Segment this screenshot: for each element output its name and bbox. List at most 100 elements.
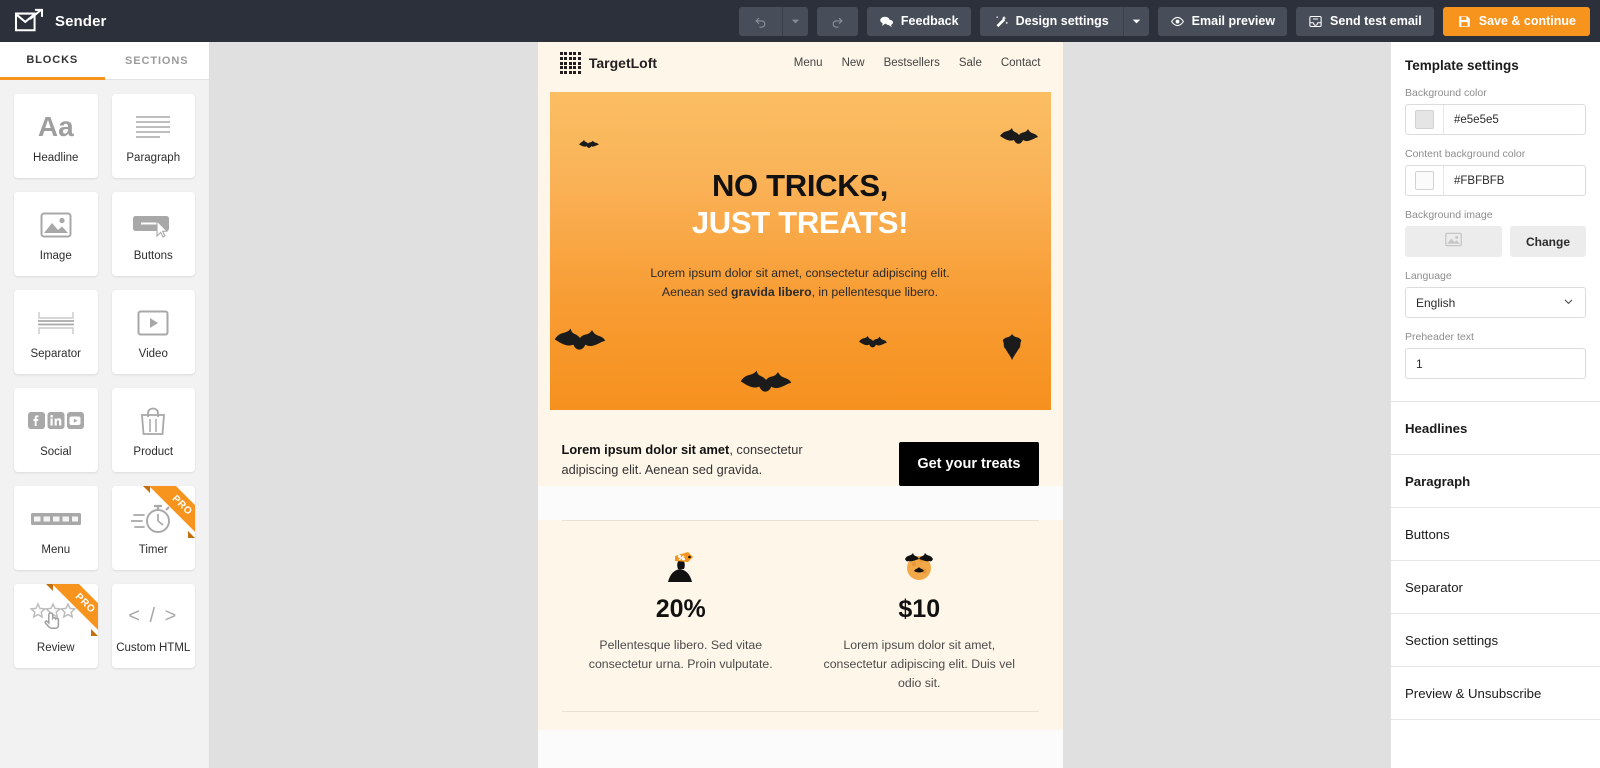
block-separator[interactable]: Separator — [14, 290, 98, 374]
hero-title-line1: NO TRICKS, — [711, 168, 889, 203]
background-color-value[interactable]: #e5e5e5 — [1443, 105, 1585, 134]
block-label: Timer — [138, 543, 168, 556]
send-test-email-label: Send test email — [1330, 14, 1422, 28]
feedback-button[interactable]: Feedback — [866, 6, 971, 36]
design-settings-split-button[interactable]: Design settings — [979, 6, 1149, 36]
section-paragraph[interactable]: Paragraph — [1391, 455, 1600, 508]
background-color-swatch[interactable] — [1415, 110, 1434, 129]
app-brand: Sender — [14, 8, 106, 34]
block-label: Review — [36, 641, 75, 654]
block-custom-html[interactable]: < / > Custom HTML — [111, 584, 195, 668]
nav-link-contact[interactable]: Contact — [1001, 57, 1041, 69]
background-color-input[interactable]: #e5e5e5 — [1405, 104, 1586, 135]
intro-text: Lorem ipsum dolor sit amet, consectetur … — [562, 440, 824, 480]
toolbar-actions: Feedback Design settings Email preview S… — [738, 6, 1590, 36]
feature-item[interactable]: 20% Pellentesque libero. Sed vitae conse… — [562, 547, 801, 693]
paragraph-lines-icon — [134, 108, 172, 146]
background-image-preview[interactable] — [1405, 226, 1502, 257]
menu-bar-icon — [30, 500, 81, 538]
tab-blocks[interactable]: BLOCKS — [0, 42, 105, 80]
preheader-text-label: Preheader text — [1405, 331, 1474, 343]
undo-button[interactable] — [738, 6, 782, 36]
nav-link-new[interactable]: New — [842, 57, 865, 69]
email-preview-label: Email preview — [1191, 14, 1276, 28]
background-color-field: Background color #e5e5e5 — [1405, 87, 1586, 135]
language-field: Language English — [1405, 270, 1586, 318]
panel-title: Template settings — [1405, 58, 1519, 73]
feedback-label: Feedback — [900, 14, 959, 28]
email-brand-name: TargetLoft — [588, 55, 658, 71]
preheader-text-field: Preheader text — [1405, 331, 1586, 379]
block-product[interactable]: Product — [111, 388, 195, 472]
block-headline[interactable]: Aa Headline — [14, 94, 98, 178]
hero-banner[interactable]: NO TRICKS, JUST TREATS! Lorem ipsum dolo… — [549, 92, 1051, 410]
nav-link-sale[interactable]: Sale — [959, 57, 982, 69]
chevron-down-icon — [1562, 295, 1575, 311]
language-select[interactable]: English — [1405, 287, 1586, 318]
features-row[interactable]: 20% Pellentesque libero. Sed vitae conse… — [537, 521, 1063, 693]
block-timer[interactable]: Timer PRO — [111, 486, 195, 570]
block-buttons[interactable]: Buttons — [111, 192, 195, 276]
undo-split-button[interactable] — [738, 6, 808, 36]
template-settings-panel: Template settings Background color #e5e5… — [1390, 42, 1600, 768]
redo-button[interactable] — [816, 6, 858, 36]
email-preview-button[interactable]: Email preview — [1157, 6, 1288, 36]
dot-grid-logo-icon — [559, 52, 581, 74]
stars-rating-icon — [29, 598, 82, 636]
block-label: Image — [39, 249, 72, 262]
block-video[interactable]: Video — [111, 290, 195, 374]
block-image[interactable]: Image — [14, 192, 98, 276]
bat-icon — [554, 328, 605, 350]
block-label: Separator — [30, 347, 81, 360]
section-section-settings[interactable]: Section settings — [1391, 614, 1600, 667]
save-continue-label: Save & continue — [1478, 14, 1576, 28]
cauldron-discount-icon — [578, 547, 785, 587]
block-label: Custom HTML — [116, 641, 191, 654]
block-social[interactable]: Social — [14, 388, 98, 472]
email-nav: Menu New Bestsellers Sale Contact — [794, 57, 1041, 69]
design-settings-button[interactable]: Design settings — [979, 6, 1123, 36]
stopwatch-icon — [131, 500, 175, 538]
section-preview-unsubscribe[interactable]: Preview & Unsubscribe — [1391, 667, 1600, 720]
save-continue-button[interactable]: Save & continue — [1442, 6, 1590, 36]
design-settings-dropdown[interactable] — [1122, 6, 1149, 36]
eye-icon — [1170, 14, 1185, 29]
intro-row[interactable]: Lorem ipsum dolor sit amet, consectetur … — [537, 410, 1063, 486]
preheader-text-input[interactable] — [1405, 348, 1586, 379]
send-test-email-button[interactable]: Send test email — [1296, 6, 1434, 36]
hero-body-line2-bold: gravida libero — [730, 285, 812, 299]
content-background-color-value[interactable]: #FBFBFB — [1443, 166, 1585, 195]
bat-icon — [740, 370, 791, 392]
chevron-down-icon — [788, 14, 803, 29]
feature-desc: Pellentesque libero. Sed vitae consectet… — [588, 638, 773, 671]
section-headlines[interactable]: Headlines — [1391, 402, 1600, 455]
section-buttons[interactable]: Buttons — [1391, 508, 1600, 561]
block-menu[interactable]: Menu — [14, 486, 98, 570]
get-your-treats-button[interactable]: Get your treats — [899, 442, 1039, 486]
aa-text-icon: Aa — [37, 110, 74, 142]
block-label: Buttons — [133, 249, 173, 262]
change-background-image-button[interactable]: Change — [1510, 226, 1586, 257]
workspace: BLOCKS SECTIONS Aa Headline Paragraph Im… — [0, 42, 1600, 768]
background-image-label: Background image — [1405, 209, 1493, 221]
background-image-field: Background image Change — [1405, 209, 1586, 257]
content-background-color-swatch[interactable] — [1415, 171, 1434, 190]
undo-icon — [753, 14, 768, 29]
email-builder-app: Sender Feedback Design settings Email pr… — [0, 0, 1600, 768]
block-review[interactable]: Review PRO — [14, 584, 98, 668]
feature-item[interactable]: $10 Lorem ipsum dolor sit amet, consecte… — [800, 547, 1039, 693]
design-settings-label: Design settings — [1015, 14, 1109, 28]
bat-icon — [1002, 334, 1021, 361]
section-separator[interactable]: Separator — [1391, 561, 1600, 614]
email-header[interactable]: TargetLoft Menu New Bestsellers Sale Con… — [537, 42, 1063, 84]
chevron-down-icon — [1129, 14, 1144, 29]
hero-body-line1: Lorem ipsum dolor sit amet, consectetur … — [650, 266, 950, 280]
block-paragraph[interactable]: Paragraph — [111, 94, 195, 178]
tab-sections[interactable]: SECTIONS — [104, 42, 209, 80]
nav-link-menu[interactable]: Menu — [794, 57, 823, 69]
nav-link-bestsellers[interactable]: Bestsellers — [884, 57, 940, 69]
feature-value: 20% — [655, 595, 706, 623]
content-background-color-input[interactable]: #FBFBFB — [1405, 165, 1586, 196]
undo-history-dropdown[interactable] — [781, 6, 808, 36]
save-disk-icon — [1457, 14, 1472, 29]
